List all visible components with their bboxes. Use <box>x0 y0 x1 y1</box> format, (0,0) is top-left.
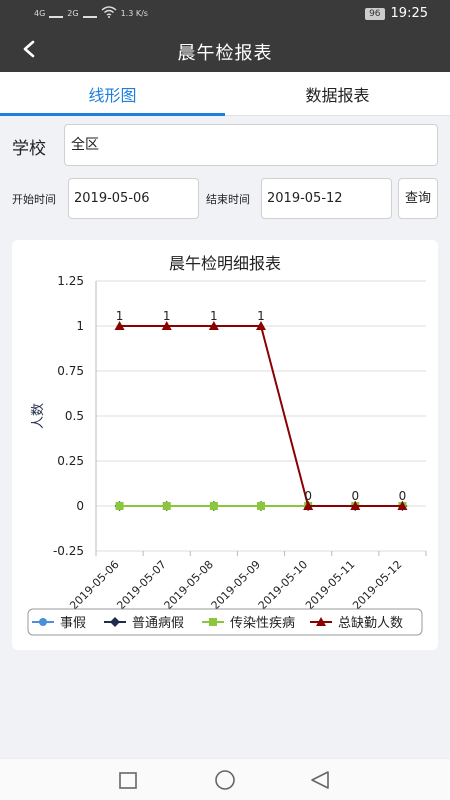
app-bar: 晨午检报表 <box>0 28 450 72</box>
data-label: 1 <box>257 309 265 323</box>
page-title: 晨午检报表 <box>177 43 273 64</box>
start-date-label: 开始时间 <box>12 193 56 206</box>
end-date-label: 结束时间 <box>206 193 250 206</box>
status-left: 4G 2G 1.3 K/s <box>34 6 148 20</box>
data-label: 0 <box>399 489 407 503</box>
data-label: 0 <box>304 489 312 503</box>
data-label: 0 <box>351 489 359 503</box>
y-tick-label: 1 <box>76 319 84 333</box>
y-tick-label: 0 <box>76 499 84 513</box>
system-nav-bar <box>0 758 450 800</box>
status-bar: 4G 2G 1.3 K/s 96 19:25 <box>0 0 450 28</box>
start-date-input[interactable]: 2019-05-06 <box>68 178 199 219</box>
x-tick-label: 2019-05-09 <box>209 558 263 612</box>
network2-label: 2G <box>67 8 79 18</box>
y-tick-label: -0.25 <box>53 544 84 558</box>
battery-icon: 96 <box>365 7 385 20</box>
tab-data-report[interactable]: 数据报表 <box>225 72 450 115</box>
legend-label: 传染性疾病 <box>230 616 295 631</box>
recent-apps-button[interactable] <box>119 772 137 789</box>
net-speed: 1.3 K/s <box>120 8 148 18</box>
x-tick-label: 2019-05-06 <box>67 558 121 612</box>
data-point <box>162 502 171 510</box>
line-chart: -0.2500.250.50.7511.25人数2019-05-062019-0… <box>27 274 427 636</box>
x-tick-label: 2019-05-10 <box>256 558 310 612</box>
status-right: 96 19:25 <box>365 6 428 21</box>
y-tick-label: 0.25 <box>57 454 84 468</box>
chart-card: 晨午检明细报表 -0.25 0 0.25 0.5 0.75 1 1.25 人数 2019-05-… <box>12 240 438 650</box>
data-label: 1 <box>116 309 124 323</box>
legend-label: 总缺勤人数 <box>338 616 403 631</box>
data-point <box>209 502 218 510</box>
data-point <box>257 502 265 510</box>
legend-label: 事假 <box>60 616 86 631</box>
data-point <box>115 502 124 510</box>
tab-bar: 线形图 数据报表 <box>0 72 450 116</box>
tab-line-chart[interactable]: 线形图 <box>0 72 225 116</box>
y-tick-label: 0.75 <box>57 364 84 378</box>
y-axis-label: 人数 <box>31 403 46 429</box>
home-button[interactable] <box>215 770 235 790</box>
x-tick-label: 2019-05-12 <box>350 558 404 612</box>
y-tick-label: 0.5 <box>65 409 84 423</box>
data-point <box>209 618 217 626</box>
legend-label: 普通病假 <box>132 616 184 631</box>
data-label: 1 <box>210 309 218 323</box>
data-point <box>39 618 47 626</box>
school-select[interactable]: 全区 <box>64 124 438 166</box>
query-button[interactable]: 查询 <box>398 178 438 219</box>
data-label: 1 <box>163 309 171 323</box>
signal-icon-2 <box>82 8 97 18</box>
network-label: 4G <box>34 8 46 18</box>
wifi-icon <box>101 6 117 20</box>
x-tick-label: 2019-05-11 <box>303 558 357 612</box>
signal-icon <box>49 8 64 18</box>
clock: 19:25 <box>390 6 428 21</box>
back-nav-button[interactable] <box>311 771 329 789</box>
y-tick-label: 1.25 <box>57 274 84 288</box>
school-label: 学校 <box>12 139 46 159</box>
end-date-input[interactable]: 2019-05-12 <box>261 178 392 219</box>
x-tick-label: 2019-05-08 <box>162 558 216 612</box>
x-tick-label: 2019-05-07 <box>114 558 168 612</box>
